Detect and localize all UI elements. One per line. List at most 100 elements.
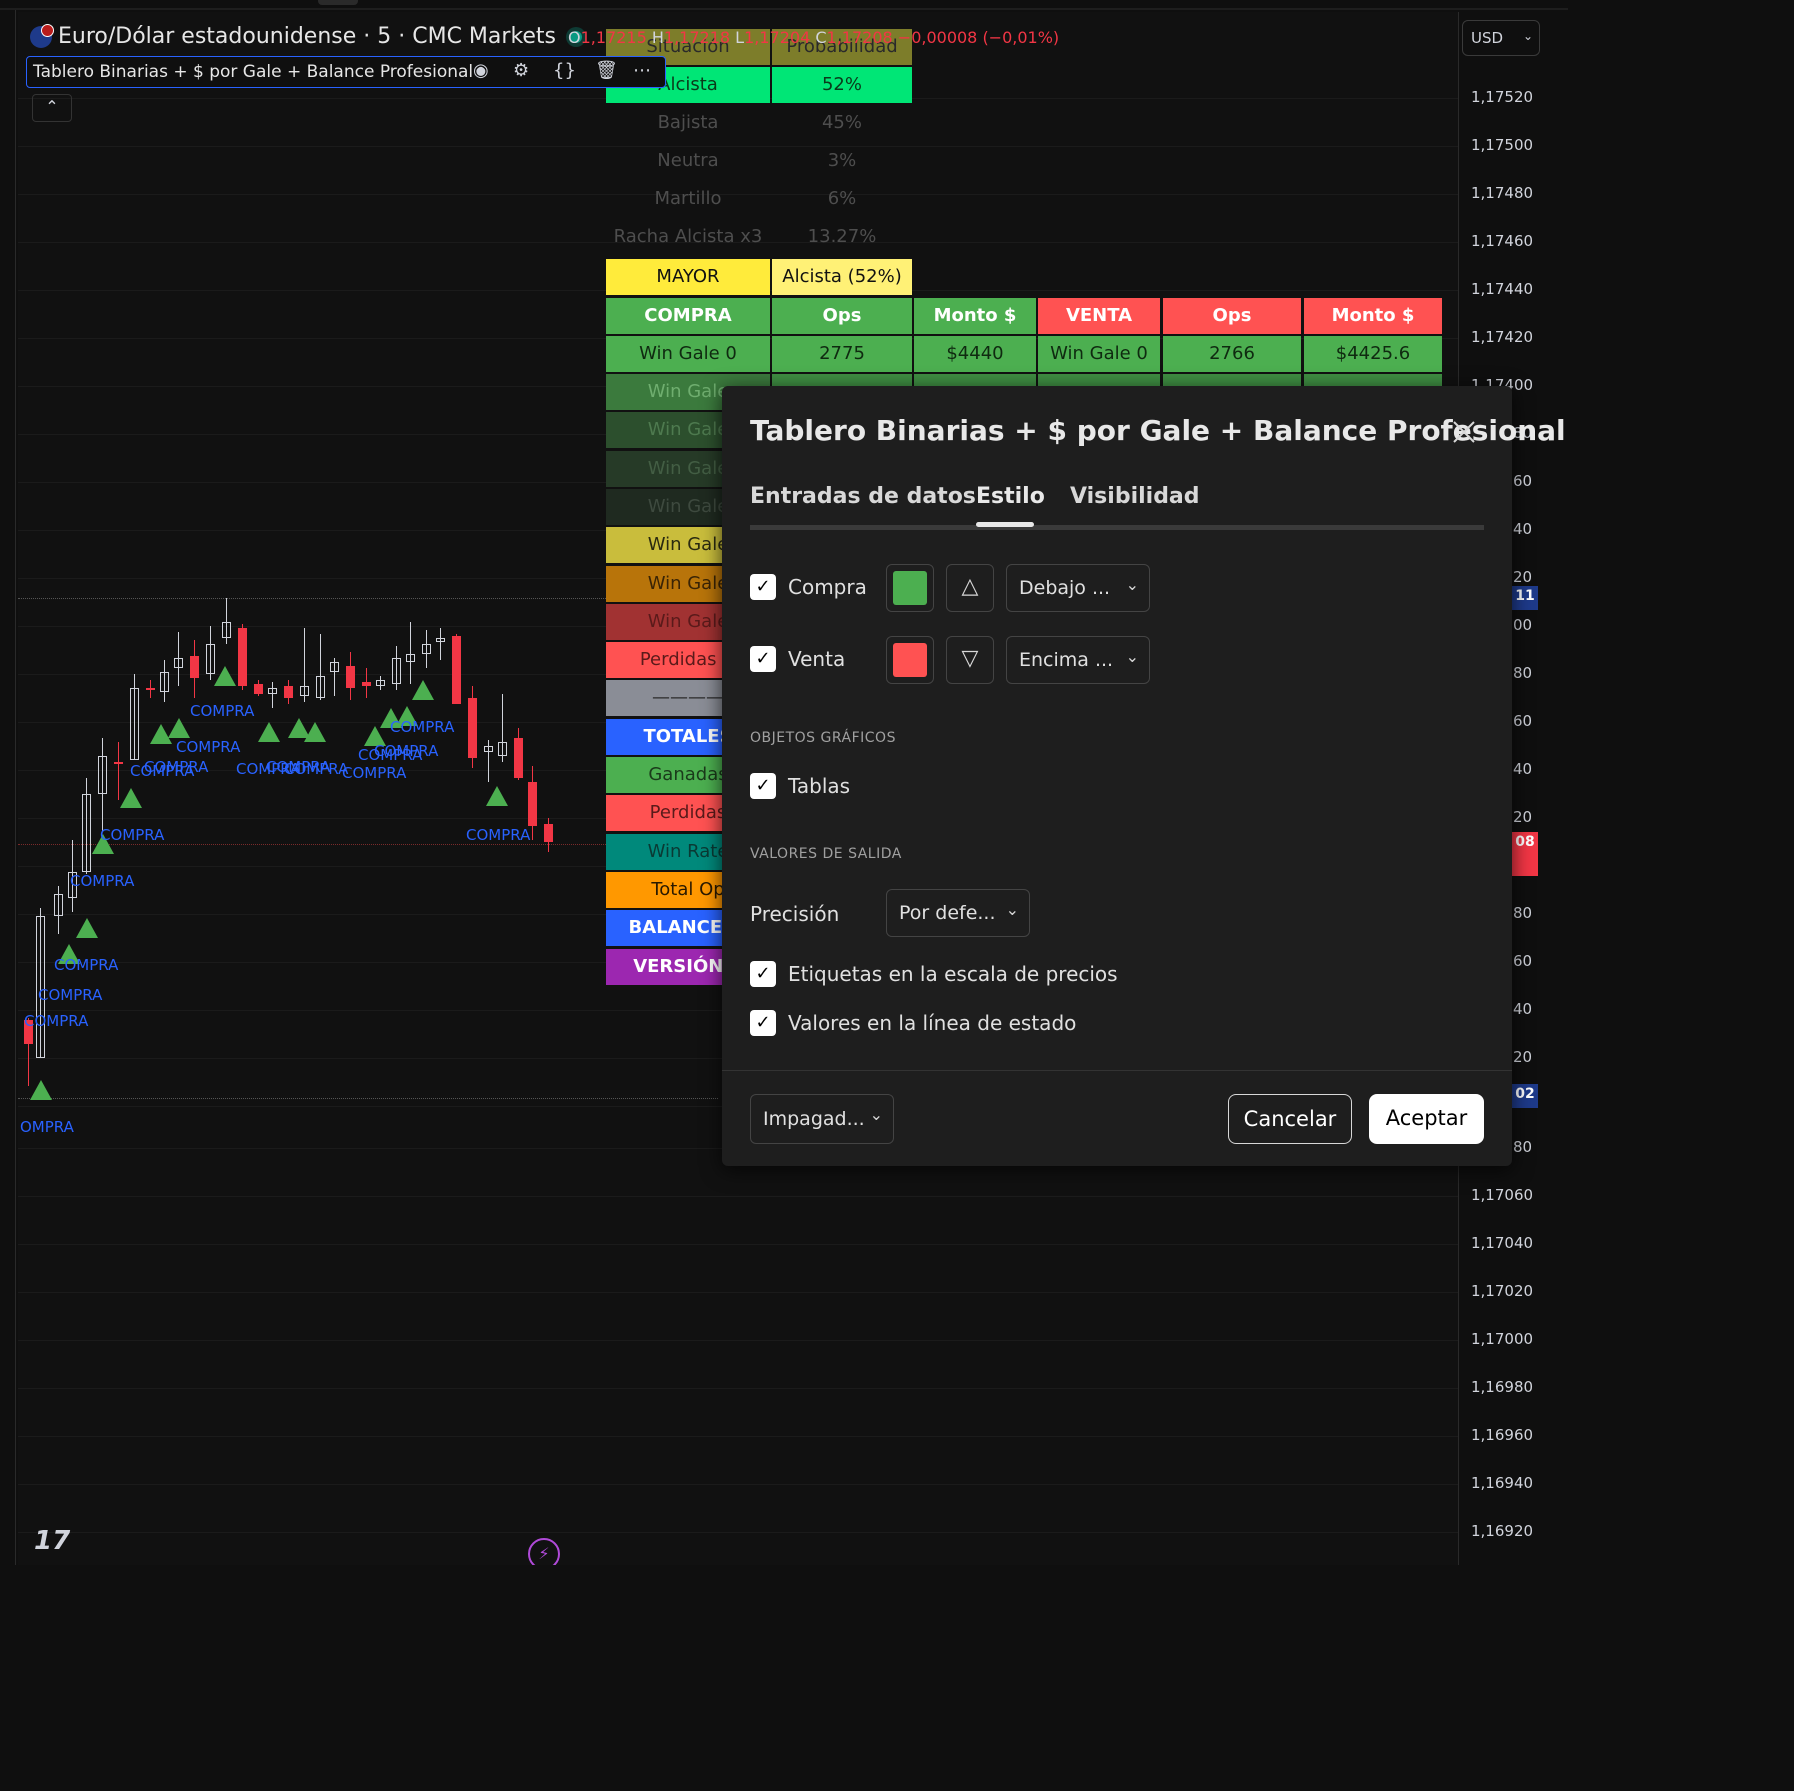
candle-wick (440, 628, 441, 660)
prob-cell: 13.27% (807, 226, 877, 247)
price-tick: 40 (1513, 1000, 1533, 1018)
compra-shape-button[interactable]: △ (946, 564, 994, 612)
price-badge-blue: 11 (1512, 586, 1538, 610)
price-tick: 1,17500 (1471, 136, 1534, 154)
ohlc-h: 1,17218 (663, 28, 731, 47)
price-badge-current: 08 (1512, 832, 1538, 876)
gear-icon[interactable]: ⚙ (513, 60, 529, 81)
venta-position-value: Encima ... (1019, 649, 1114, 671)
chevron-down-icon: ⌄ (1005, 900, 1019, 919)
price-tick: 40 (1513, 760, 1533, 778)
candle-wick (118, 742, 119, 800)
buy-signal-label: COMPRA (144, 758, 209, 776)
top-handle[interactable] (318, 0, 358, 5)
gale-cell (1304, 374, 1442, 386)
venta-position-select[interactable]: Encima ... ⌄ (1006, 636, 1150, 684)
candle-body (406, 654, 415, 662)
grid-line (18, 1244, 1458, 1245)
venta-color-swatch[interactable] (886, 636, 934, 684)
buy-signal-icon (412, 680, 434, 700)
candle-body (174, 658, 183, 668)
price-tick: 1,17020 (1471, 1282, 1534, 1300)
symbol-header[interactable]: Euro/Dólar estadounidense · 5 · CMC Mark… (30, 24, 592, 49)
indicator-name: Tablero Binarias + $ por Gale + Balance … (33, 62, 474, 82)
gale-cell: Win Gale 0 (1038, 336, 1160, 372)
compra-color-swatch[interactable] (886, 564, 934, 612)
status-line-values-checkbox[interactable]: ✓ (750, 1010, 776, 1036)
prob-cell: 3% (827, 150, 857, 171)
grid-line (18, 1484, 1458, 1485)
more-icon[interactable]: ⋯ (633, 60, 651, 81)
trash-icon[interactable]: 🗑 (595, 60, 618, 81)
accept-button[interactable]: Aceptar (1369, 1094, 1484, 1144)
price-tick: 60 (1513, 952, 1533, 970)
low-dotted-line (18, 1098, 718, 1099)
active-tab-indicator (976, 522, 1034, 527)
prob-cell: 52% (772, 67, 912, 103)
currency-select[interactable]: USD ⌄ (1462, 20, 1540, 56)
source-code-icon[interactable]: {} (553, 60, 576, 81)
price-tick: 40 (1513, 520, 1533, 538)
template-select[interactable]: Impagad... ⌄ (750, 1094, 894, 1144)
chevron-down-icon: ⌄ (1522, 29, 1533, 43)
candle-wick (410, 622, 411, 684)
candle-body (284, 686, 293, 698)
gale-cell: 2766 (1163, 336, 1301, 372)
candle-body (160, 672, 169, 692)
candle-body (330, 662, 339, 672)
gale-cell (772, 374, 912, 386)
tab-inputs[interactable]: Entradas de datos (750, 484, 976, 509)
candle-body (346, 666, 355, 688)
price-tick: 1,17480 (1471, 184, 1534, 202)
mayor-value: Alcista (52%) (772, 259, 912, 295)
candle-body (452, 636, 461, 704)
price-tick: 1,17040 (1471, 1234, 1534, 1252)
candle-body (514, 738, 523, 778)
grid-line (18, 1436, 1458, 1437)
candle-body (422, 644, 431, 654)
gale-cell: 2775 (772, 336, 912, 372)
buy-signal-label: COMPRA (390, 718, 455, 736)
lightning-icon[interactable]: ⚡ (528, 1538, 560, 1565)
prob-cell: Neutra (657, 150, 719, 171)
compra-position-select[interactable]: Debajo ... ⌄ (1006, 564, 1150, 612)
price-scale-labels-checkbox[interactable]: ✓ (750, 961, 776, 987)
buy-signal-icon (486, 786, 508, 806)
close-icon[interactable] (1450, 418, 1478, 446)
candle-body (528, 782, 537, 826)
tradingview-logo: 17 (34, 1526, 71, 1556)
indicator-legend[interactable]: Tablero Binarias + $ por Gale + Balance … (26, 56, 666, 88)
ohlc-o-label: O (568, 28, 581, 47)
gale-header: Monto $ (1304, 298, 1442, 334)
candle-body (82, 794, 91, 872)
left-toolbar (0, 10, 16, 1565)
price-tick: 1,17440 (1471, 280, 1534, 298)
venta-shape-button[interactable]: ▽ (946, 636, 994, 684)
cancel-button[interactable]: Cancelar (1228, 1094, 1352, 1144)
price-tick: 1,17060 (1471, 1186, 1534, 1204)
compra-checkbox[interactable]: ✓ (750, 574, 776, 600)
price-tick: 1,16920 (1471, 1522, 1534, 1540)
gale-header: COMPRA (606, 298, 770, 334)
eye-icon[interactable]: ◉ (473, 60, 489, 81)
top-bar (0, 0, 1568, 10)
template-value: Impagad... (763, 1108, 865, 1130)
buy-signal-icon (258, 722, 280, 742)
price-tick: 80 (1513, 664, 1533, 682)
candle-body (114, 762, 123, 764)
price-tick: 20 (1513, 808, 1533, 826)
ohlc-readout: O1,17215 H1,17218 L1,17204 C1,17208 −0,0… (568, 28, 1059, 47)
venta-checkbox[interactable]: ✓ (750, 646, 776, 672)
buy-signal-icon (168, 718, 190, 738)
tab-visibility[interactable]: Visibilidad (1070, 484, 1200, 509)
section-output: VALORES DE SALIDA (750, 846, 902, 862)
tablas-checkbox[interactable]: ✓ (750, 773, 776, 799)
collapse-legend-button[interactable]: ⌃ (32, 94, 72, 122)
price-tick: 1,16940 (1471, 1474, 1534, 1492)
ohlc-l: 1,17204 (744, 28, 811, 47)
tab-style[interactable]: Estilo (976, 484, 1045, 509)
precision-select[interactable]: Por defe... ⌄ (886, 889, 1030, 937)
buy-signal-label: COMPRA (374, 742, 439, 760)
currency-label: USD (1471, 29, 1504, 47)
venta-color-fill (893, 643, 927, 677)
